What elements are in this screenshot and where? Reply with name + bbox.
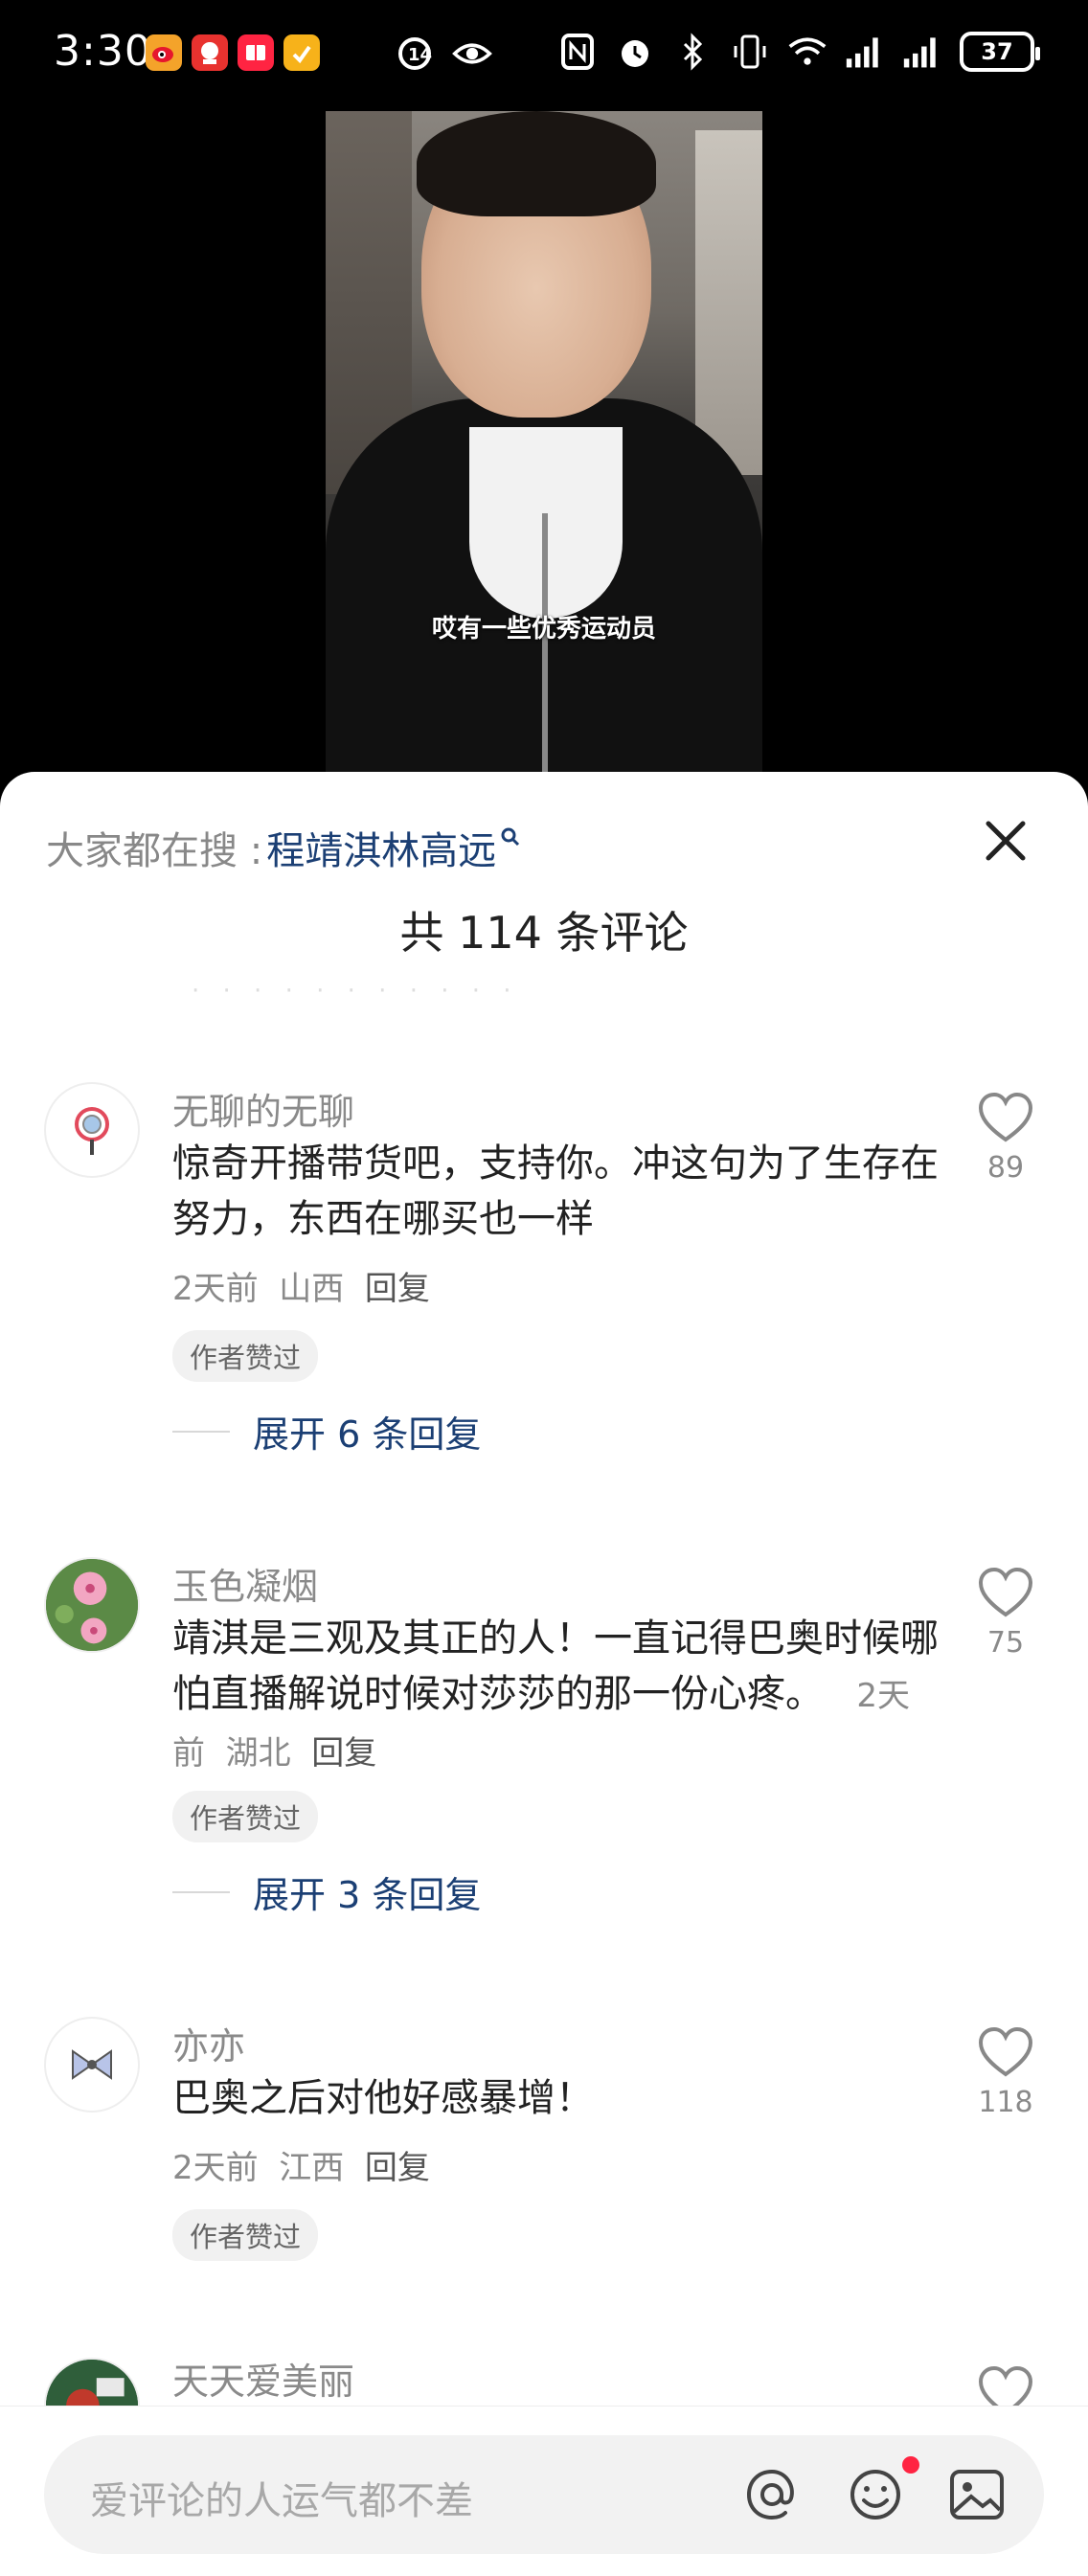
nfc-icon	[557, 31, 598, 73]
like-count: 118	[978, 2086, 1033, 2119]
notification-dot	[902, 2456, 919, 2474]
status-time: 3:30	[54, 27, 152, 76]
alarm-icon	[615, 31, 655, 73]
comment-time: 2天前	[172, 1270, 259, 1308]
bluetooth-icon	[672, 31, 713, 73]
signal-icon	[845, 31, 885, 73]
video-person-hair	[417, 111, 656, 216]
comment-sheet: 大家都在搜 : 程靖淇林高远 共 114 条评论 · · · · · · · ·…	[0, 772, 1088, 2576]
status-app-icons	[146, 34, 320, 71]
comment-input-placeholder[interactable]: 爱评论的人运气都不差	[90, 2470, 473, 2525]
svg-text:14: 14	[408, 45, 432, 65]
reply-button[interactable]: 回复	[365, 1270, 430, 1308]
at-icon[interactable]	[739, 2462, 805, 2527]
heart-icon	[978, 2026, 1033, 2077]
like-count: 75	[986, 1626, 1025, 1660]
like-count: 89	[986, 1151, 1025, 1185]
comment-count-title: 共 114 条评论	[399, 907, 689, 959]
avatar[interactable]	[44, 1557, 140, 1653]
search-suggestion[interactable]: 大家都在搜 : 程靖淇林高远	[46, 820, 521, 875]
signal-icon	[902, 31, 942, 73]
search-suggestion-prefix: 大家都在搜 :	[46, 829, 263, 873]
comment-author[interactable]: 天天爱美丽	[172, 2352, 939, 2403]
comment-location: 湖北	[225, 1734, 291, 1773]
comment-input[interactable]: 爱评论的人运气都不差	[44, 2435, 1044, 2554]
location-icon: 14	[395, 33, 435, 75]
comment-author[interactable]: 亦亦	[172, 2017, 939, 2068]
like-button[interactable]: 89	[967, 1092, 1044, 1185]
search-suggestion-keyword[interactable]: 程靖淇林高远	[266, 820, 496, 875]
author-liked-badge: 作者赞过	[172, 1791, 319, 1842]
comment-meta: 2天前 山西 回复	[172, 1262, 939, 1309]
comment-text[interactable]: 巴奥之后对他好感暴增！	[172, 2070, 939, 2126]
comment-text[interactable]: 靖淇是三观及其正的人！一直记得巴奥时候哪怕直播解说时候对莎莎的那一份心疼。 2天…	[172, 1611, 939, 1781]
faded-scroll-text: · · · · · · · · · · ·	[192, 977, 519, 994]
expand-replies-button[interactable]: 展开 6 条回复	[172, 1405, 939, 1457]
video-person-zip	[542, 513, 548, 781]
expand-divider	[172, 1890, 230, 1893]
heart-icon	[978, 1092, 1033, 1142]
comment-author[interactable]: 无聊的无聊	[172, 1082, 939, 1133]
avatar[interactable]	[44, 2017, 140, 2113]
like-button[interactable]: 75	[967, 1567, 1044, 1660]
battery-indicator: 37	[960, 32, 1040, 72]
reply-button[interactable]: 回复	[365, 2149, 430, 2187]
expand-divider	[172, 1430, 230, 1433]
author-liked-badge: 作者赞过	[172, 1330, 319, 1382]
expand-replies-label[interactable]: 展开 6 条回复	[253, 1405, 481, 1457]
eye-icon	[452, 33, 492, 75]
wifi-icon	[787, 31, 827, 73]
image-icon[interactable]	[944, 2462, 1009, 2527]
comment-input-bar: 爱评论的人运气都不差	[0, 2406, 1088, 2576]
emoji-icon[interactable]	[843, 2462, 908, 2527]
expand-replies-button[interactable]: 展开 3 条回复	[172, 1865, 939, 1918]
comment-text[interactable]: 惊奇开播带货吧，支持你。冲这句为了生存在努力，东西在哪买也一样	[172, 1136, 939, 1247]
avatar[interactable]	[44, 1082, 140, 1178]
expand-replies-label[interactable]: 展开 3 条回复	[253, 1865, 481, 1918]
search-icon	[500, 826, 521, 853]
app-icon	[192, 34, 228, 71]
author-liked-badge: 作者赞过	[172, 2209, 319, 2261]
video-subtitle: 哎有一些优秀运动员	[431, 615, 656, 644]
weibo-icon	[146, 34, 182, 71]
comment-location: 江西	[279, 2149, 345, 2187]
close-icon[interactable]	[977, 812, 1034, 870]
video-background-door	[695, 130, 762, 475]
comment-text-content[interactable]: 靖淇是三观及其正的人！一直记得巴奥时候哪怕直播解说时候对莎莎的那一份心疼。	[172, 1616, 939, 1716]
book-icon	[238, 34, 274, 71]
comment-author[interactable]: 玉色凝烟	[172, 1557, 939, 1608]
vibrate-icon	[730, 31, 770, 73]
reply-button[interactable]: 回复	[311, 1734, 376, 1773]
task-icon	[283, 34, 320, 71]
status-mid-icons: 14	[395, 33, 492, 75]
status-right-icons: 37	[557, 31, 1040, 73]
comment-time: 2天前	[172, 2149, 259, 2187]
comment-location: 山西	[279, 1270, 345, 1308]
video-frame[interactable]: 哎有一些优秀运动员	[326, 111, 762, 781]
status-bar: 3:30 14 37	[0, 0, 1088, 111]
comment-meta: 2天前 江西 回复	[172, 2141, 939, 2188]
heart-icon	[978, 1567, 1033, 1617]
like-button[interactable]: 118	[967, 2026, 1044, 2119]
video-player[interactable]: 哎有一些优秀运动员	[0, 111, 1088, 781]
